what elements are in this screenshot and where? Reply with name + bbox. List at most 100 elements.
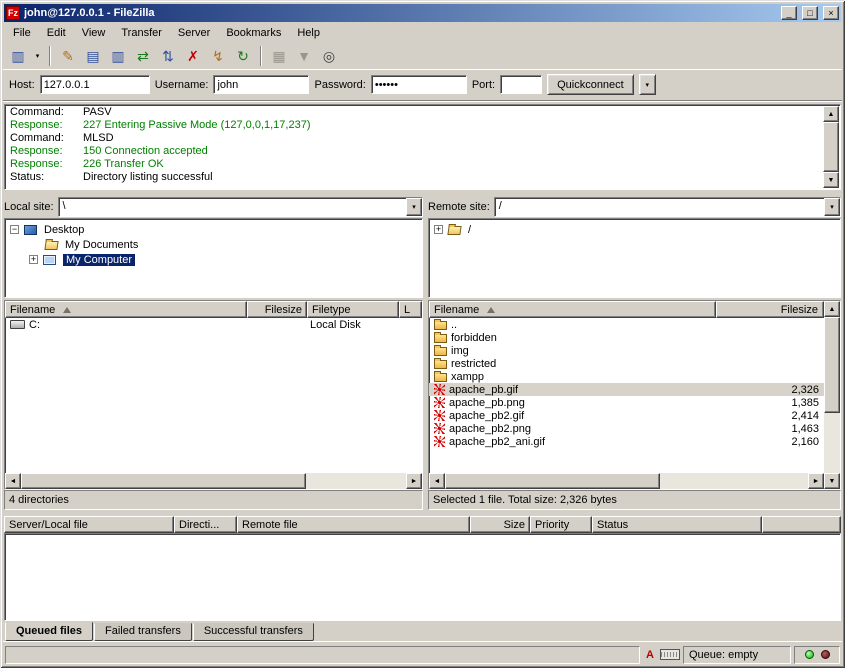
filezilla-window: Fz john@127.0.0.1 - FileZilla _ □ × File… — [0, 0, 845, 668]
image-file-icon — [434, 384, 445, 395]
chevron-down-icon[interactable]: ▾ — [824, 198, 840, 216]
tree-item-root[interactable]: + / — [431, 222, 838, 237]
close-button[interactable]: × — [823, 6, 839, 20]
maximize-button[interactable]: □ — [802, 6, 818, 20]
connection-led-panel — [794, 646, 840, 664]
folder-icon — [434, 360, 447, 369]
menu-edit[interactable]: Edit — [39, 24, 74, 42]
process-queue-icon[interactable]: ⇅ — [156, 45, 180, 67]
menu-bookmarks[interactable]: Bookmarks — [218, 24, 289, 42]
log-scrollbar[interactable]: ▲ ▼ — [823, 106, 839, 188]
scroll-right-icon[interactable]: ► — [808, 473, 824, 489]
collapse-icon[interactable]: − — [10, 225, 19, 234]
menu-help[interactable]: Help — [289, 24, 328, 42]
column-header-filesize[interactable]: Filesize — [247, 301, 307, 318]
menu-server[interactable]: Server — [170, 24, 218, 42]
column-header-filesize[interactable]: Filesize — [716, 301, 824, 318]
remote-vertical-scrollbar[interactable]: ▲ ▼ — [824, 301, 840, 489]
file-size: 2,160 — [716, 436, 824, 448]
column-header-filename[interactable]: Filename — [429, 301, 716, 318]
socket-activity-icon — [660, 649, 680, 660]
menu-view[interactable]: View — [74, 24, 114, 42]
file-row[interactable]: C: Local Disk — [5, 318, 422, 331]
tree-item-label: / — [468, 224, 471, 236]
column-header-direction[interactable]: Directi... — [174, 516, 237, 533]
file-row[interactable]: .. — [429, 318, 824, 331]
column-header-filename[interactable]: Filename — [5, 301, 247, 318]
menu-transfer[interactable]: Transfer — [113, 24, 170, 42]
directory-comparison-icon[interactable]: ▦ — [267, 45, 291, 67]
menu-file[interactable]: File — [5, 24, 39, 42]
scroll-left-icon[interactable]: ◄ — [429, 473, 445, 489]
file-row[interactable]: img — [429, 344, 824, 357]
file-size: 1,385 — [716, 397, 824, 409]
toggle-message-log-icon[interactable]: ✎ — [56, 45, 80, 67]
quickconnect-button[interactable]: Quickconnect — [547, 74, 634, 95]
file-row[interactable]: apache_pb2_ani.gif 2,160 — [429, 435, 824, 448]
column-header-priority[interactable]: Priority — [530, 516, 592, 533]
column-header-filetype[interactable]: Filetype — [307, 301, 399, 318]
documents-folder-icon — [44, 241, 58, 250]
sort-ascending-icon — [487, 307, 495, 313]
queue-tabs: Queued files Failed transfers Successful… — [3, 621, 842, 641]
expand-icon[interactable]: + — [434, 225, 443, 234]
tree-item-my-documents[interactable]: My Documents — [7, 237, 420, 252]
tab-failed-transfers[interactable]: Failed transfers — [94, 623, 192, 641]
file-row[interactable]: apache_pb.png1,385 — [429, 396, 824, 409]
scroll-right-icon[interactable]: ► — [406, 473, 422, 489]
column-header-status[interactable]: Status — [592, 516, 762, 533]
quickconnect-dropdown[interactable]: ▾ — [639, 74, 656, 95]
column-header-remote-file[interactable]: Remote file — [237, 516, 470, 533]
filter-icon[interactable]: ▼ — [292, 45, 316, 67]
sort-ascending-icon — [63, 307, 71, 313]
file-row[interactable]: forbidden — [429, 331, 824, 344]
file-row[interactable]: apache_pb2.png1,463 — [429, 422, 824, 435]
chevron-down-icon[interactable]: ▾ — [406, 198, 422, 216]
column-header-size[interactable]: Size — [470, 516, 530, 533]
host-input[interactable] — [40, 75, 150, 94]
toggle-remote-tree-icon[interactable]: ▥ — [106, 45, 130, 67]
scroll-down-icon[interactable]: ▼ — [824, 473, 840, 489]
tab-successful-transfers[interactable]: Successful transfers — [193, 623, 314, 641]
disconnect-icon[interactable]: ↯ — [206, 45, 230, 67]
local-site-value: \ — [59, 198, 406, 216]
scrollbar-thumb[interactable] — [824, 317, 840, 413]
refresh-icon[interactable]: ⇄ — [131, 45, 155, 67]
reconnect-icon[interactable]: ↻ — [231, 45, 255, 67]
minimize-button[interactable]: _ — [781, 6, 797, 20]
scroll-left-icon[interactable]: ◄ — [5, 473, 21, 489]
toggle-local-tree-icon[interactable]: ▤ — [81, 45, 105, 67]
column-header-server-local-file[interactable]: Server/Local file — [4, 516, 174, 533]
tab-queued-files[interactable]: Queued files — [5, 622, 93, 641]
scrollbar-thumb[interactable] — [445, 473, 660, 489]
remote-site-combo[interactable]: / ▾ — [494, 197, 841, 217]
tree-item-my-computer[interactable]: + My Computer — [7, 252, 420, 267]
title-bar[interactable]: Fz john@127.0.0.1 - FileZilla _ □ × — [4, 4, 841, 22]
remote-horizontal-scrollbar[interactable]: ◄ ► — [429, 473, 824, 489]
cancel-icon[interactable]: ✗ — [181, 45, 205, 67]
site-manager-icon[interactable]: ▥ — [6, 45, 30, 67]
expand-icon[interactable]: + — [29, 255, 38, 264]
search-icon[interactable]: ◎ — [317, 45, 341, 67]
file-row-selected[interactable]: apache_pb.gif2,326 — [429, 383, 824, 396]
username-input[interactable] — [213, 75, 309, 94]
file-row[interactable]: restricted — [429, 357, 824, 370]
scroll-up-icon[interactable]: ▲ — [823, 106, 839, 122]
scroll-up-icon[interactable]: ▲ — [824, 301, 840, 317]
scrollbar-thumb[interactable] — [823, 122, 839, 172]
file-name: apache_pb2_ani.gif — [449, 436, 545, 448]
tree-item-desktop[interactable]: − Desktop — [7, 222, 420, 237]
column-header-lastmodified[interactable]: L — [399, 301, 422, 318]
file-size: 2,414 — [716, 410, 824, 422]
local-site-combo[interactable]: \ ▾ — [58, 197, 423, 217]
file-row[interactable]: apache_pb2.gif2,414 — [429, 409, 824, 422]
password-input[interactable] — [371, 75, 467, 94]
scroll-down-icon[interactable]: ▼ — [823, 172, 839, 188]
drive-icon — [10, 320, 25, 329]
tree-item-label: Desktop — [44, 224, 84, 236]
scrollbar-thumb[interactable] — [21, 473, 306, 489]
port-input[interactable] — [500, 75, 542, 94]
local-horizontal-scrollbar[interactable]: ◄ ► — [5, 473, 422, 489]
site-manager-dropdown[interactable]: ▾ — [31, 45, 44, 67]
file-row[interactable]: xampp — [429, 370, 824, 383]
